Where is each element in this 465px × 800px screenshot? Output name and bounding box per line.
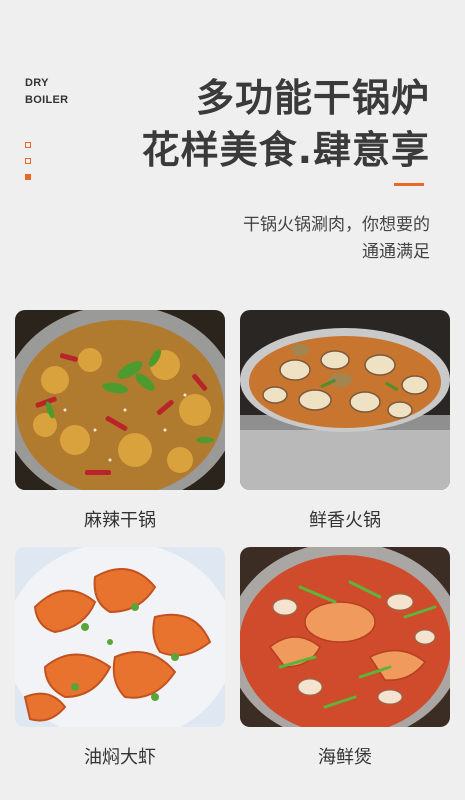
dish-caption: 麻辣干锅: [84, 510, 156, 531]
braised-prawns-photo: [15, 547, 225, 727]
dish-caption: 油焖大虾: [84, 747, 156, 768]
accent-divider: [394, 183, 424, 186]
headline: 多功能干锅炉 花样美食.肆意享: [142, 72, 430, 176]
dish-caption: 鲜香火锅: [309, 510, 381, 531]
headline-line-1: 多功能干锅炉: [195, 76, 430, 120]
subtitle-line-1: 干锅火锅涮肉，你想要的: [243, 215, 430, 235]
subtitle-line-2: 通通满足: [362, 242, 430, 262]
brand-line-2: BOILER: [25, 94, 69, 106]
dish-card-spicy-dry-pot: 麻辣干锅: [15, 310, 225, 532]
clam-hotpot-photo: [240, 310, 450, 490]
dish-caption: 海鲜煲: [318, 747, 372, 768]
brand-line-1: DRY: [25, 77, 49, 89]
square-filled-icon: [25, 174, 31, 180]
seafood-pot-photo: [240, 547, 450, 727]
dish-card-clam-hotpot: 鲜香火锅: [240, 310, 450, 532]
square-outline-icon: [25, 158, 31, 164]
dish-card-braised-prawns: 油焖大虾: [15, 547, 225, 769]
headline-line-2: 花样美食.肆意享: [141, 128, 430, 172]
dish-card-seafood-pot: 海鲜煲: [240, 547, 450, 769]
brand-label: DRY BOILER: [25, 75, 68, 109]
subtitle: 干锅火锅涮肉，你想要的 通通满足: [243, 212, 430, 266]
decorative-squares: [25, 142, 31, 190]
spicy-dry-pot-photo: [15, 310, 225, 490]
square-outline-icon: [25, 142, 31, 148]
